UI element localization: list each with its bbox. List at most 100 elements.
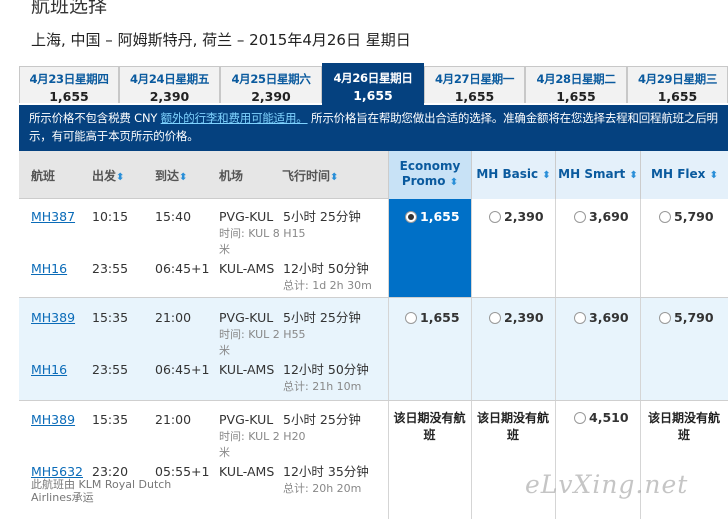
fare-name-line2: Promo bbox=[401, 174, 446, 188]
header-mh-flex[interactable]: MH Flex ⬍ bbox=[640, 151, 728, 199]
flight-selection-page: 航班选择 上海, 中国 – 阿姆斯特丹, 荷兰 – 2015年4月26日 星期日… bbox=[0, 0, 728, 519]
arrive-time: 15:40 bbox=[155, 209, 192, 224]
radio-icon bbox=[405, 312, 417, 324]
total-duration: 总计: 20h 20m bbox=[283, 482, 362, 495]
header-depart-label: 出发 bbox=[92, 169, 117, 183]
date-tab-date: 4月26日星期日 bbox=[333, 71, 413, 85]
fare-option[interactable]: 1,655 bbox=[405, 209, 460, 225]
layover-info: 时间: KUL 2 H55 bbox=[219, 328, 306, 341]
fare-price: 3,690 bbox=[589, 209, 629, 224]
baggage-fees-link[interactable]: 额外的行李和费用可能适用。 bbox=[161, 111, 308, 125]
header-duration-sort[interactable]: 飞行时间⬍ bbox=[282, 167, 338, 184]
flight-results-table: 航班 出发⬍ 到达⬍ 机场 飞行时间⬍ Economy Promo ⬍ MH B… bbox=[19, 151, 728, 519]
sort-icon: ⬍ bbox=[629, 170, 638, 181]
fare-price: 3,690 bbox=[589, 310, 629, 325]
date-tab[interactable]: 4月29日星期三 1,655 bbox=[627, 66, 728, 104]
header-arrive-label: 到达 bbox=[155, 169, 180, 183]
sort-icon: ⬍ bbox=[709, 170, 718, 181]
airport-pair: KUL-AMS bbox=[219, 362, 275, 377]
date-tab-price: 2,390 bbox=[149, 89, 190, 104]
total-duration: 总计: 21h 10m bbox=[283, 380, 362, 393]
flight-duration: 12小时 50分钟 bbox=[283, 362, 369, 377]
date-tab-date: 4月27日星期一 bbox=[434, 72, 515, 86]
fare-price: 2,390 bbox=[504, 209, 544, 224]
layover-info: 时间: KUL 2 H20 bbox=[219, 430, 306, 443]
flight-number-link[interactable]: MH16 bbox=[31, 260, 67, 277]
sort-icon: ⬍ bbox=[449, 177, 459, 188]
fare-name: MH Smart bbox=[558, 167, 626, 181]
radio-icon bbox=[574, 412, 586, 424]
no-flight-notice: 该日期没有航班 bbox=[476, 411, 549, 442]
date-tab[interactable]: 4月27日星期一 1,655 bbox=[424, 66, 525, 104]
depart-time: 23:55 bbox=[92, 261, 129, 276]
flight-duration: 12小时 50分钟 bbox=[283, 261, 369, 276]
date-tab-date: 4月25日星期六 bbox=[231, 72, 311, 86]
date-tab-price: 2,390 bbox=[251, 89, 291, 104]
date-tab[interactable]: 4月28日星期二 1,655 bbox=[525, 66, 627, 104]
radio-icon bbox=[659, 312, 671, 324]
header-airport: 机场 bbox=[219, 169, 244, 183]
layover-info: 米 bbox=[219, 446, 230, 459]
date-tab-price: 1,655 bbox=[556, 89, 596, 104]
radio-icon bbox=[574, 211, 586, 223]
flight-number-link[interactable]: MH389 bbox=[31, 411, 75, 428]
date-tab-active[interactable]: 4月26日星期日 1,655 bbox=[322, 63, 424, 105]
fare-option[interactable]: 5,790 bbox=[659, 209, 714, 225]
flight-number-link[interactable]: MH387 bbox=[31, 208, 75, 225]
fare-option[interactable]: 4,510 bbox=[574, 410, 629, 426]
fare-option[interactable]: 3,690 bbox=[574, 209, 629, 225]
date-tab-date: 4月24日星期五 bbox=[129, 72, 210, 86]
fare-name-line1: Economy bbox=[399, 159, 461, 173]
airport-pair: PVG-KUL bbox=[219, 310, 274, 325]
page-title: 航班选择 bbox=[31, 0, 108, 17]
layover-info: 时间: KUL 8 H15 bbox=[219, 227, 306, 240]
airport-pair: KUL-AMS bbox=[219, 261, 275, 276]
header-depart-sort[interactable]: 出发⬍ bbox=[92, 167, 124, 184]
notice-text: 所示价格不包含税费 CNY bbox=[29, 111, 161, 125]
no-flight-notice: 该日期没有航班 bbox=[393, 411, 466, 442]
table-row: MH387 10:15 15:40 PVG-KUL 5小时 25分钟 时间: K… bbox=[19, 199, 728, 298]
flight-number-link[interactable]: MH389 bbox=[31, 309, 75, 326]
date-tabs: 4月23日星期四 1,655 4月24日星期五 2,390 4月25日星期六 2… bbox=[19, 63, 728, 105]
radio-icon bbox=[574, 312, 586, 324]
site-watermark: eLvXing.net bbox=[525, 470, 689, 499]
sort-icon: ⬍ bbox=[330, 172, 339, 183]
header-economy-promo[interactable]: Economy Promo ⬍ bbox=[388, 151, 471, 199]
radio-icon bbox=[659, 211, 671, 223]
date-tab[interactable]: 4月24日星期五 2,390 bbox=[119, 66, 220, 104]
header-mh-smart[interactable]: MH Smart ⬍ bbox=[555, 151, 640, 199]
flight-duration: 5小时 25分钟 bbox=[283, 310, 361, 325]
date-tab-price: 1,655 bbox=[657, 89, 698, 104]
date-tab[interactable]: 4月23日星期四 1,655 bbox=[19, 66, 119, 104]
header-mh-basic[interactable]: MH Basic ⬍ bbox=[471, 151, 555, 199]
date-tab-date: 4月29日星期三 bbox=[637, 72, 718, 86]
date-tab-price: 1,655 bbox=[353, 88, 393, 103]
date-tab-date: 4月28日星期二 bbox=[536, 72, 616, 86]
table-row: MH389 15:35 21:00 PVG-KUL 5小时 25分钟 时间: K… bbox=[19, 298, 728, 401]
fare-price: 2,390 bbox=[504, 310, 544, 325]
sort-icon: ⬍ bbox=[179, 172, 188, 183]
depart-time: 23:55 bbox=[92, 362, 129, 377]
airport-pair: KUL-AMS bbox=[219, 464, 275, 479]
fare-option[interactable]: 5,790 bbox=[659, 310, 714, 326]
fare-option[interactable]: 3,690 bbox=[574, 310, 629, 326]
price-notice: 所示价格不包含税费 CNY 额外的行李和费用可能适用。 所示价格旨在帮助您做出合… bbox=[19, 105, 728, 151]
fare-option[interactable]: 2,390 bbox=[489, 209, 544, 225]
total-duration: 总计: 1d 2h 30m bbox=[283, 279, 372, 292]
no-flight-notice: 该日期没有航班 bbox=[647, 411, 720, 442]
header-arrive-sort[interactable]: 到达⬍ bbox=[155, 167, 187, 184]
arrive-time: 06:45+1 bbox=[155, 362, 210, 377]
table-row: MH389 15:35 21:00 PVG-KUL 5小时 25分钟 时间: K… bbox=[19, 401, 728, 519]
fare-option[interactable]: 2,390 bbox=[489, 310, 544, 326]
table-header: 航班 出发⬍ 到达⬍ 机场 飞行时间⬍ Economy Promo ⬍ MH B… bbox=[19, 151, 728, 199]
fare-name: MH Flex bbox=[651, 167, 706, 181]
fare-price: 4,510 bbox=[589, 410, 629, 425]
depart-time: 10:15 bbox=[92, 209, 129, 224]
fare-option[interactable]: 1,655 bbox=[405, 310, 460, 326]
sort-icon: ⬍ bbox=[116, 172, 125, 183]
flight-number-link[interactable]: MH16 bbox=[31, 361, 67, 378]
date-tab[interactable]: 4月25日星期六 2,390 bbox=[220, 66, 322, 104]
header-flight: 航班 bbox=[31, 169, 56, 183]
flight-duration: 12小时 35分钟 bbox=[283, 464, 369, 479]
radio-icon bbox=[489, 312, 501, 324]
